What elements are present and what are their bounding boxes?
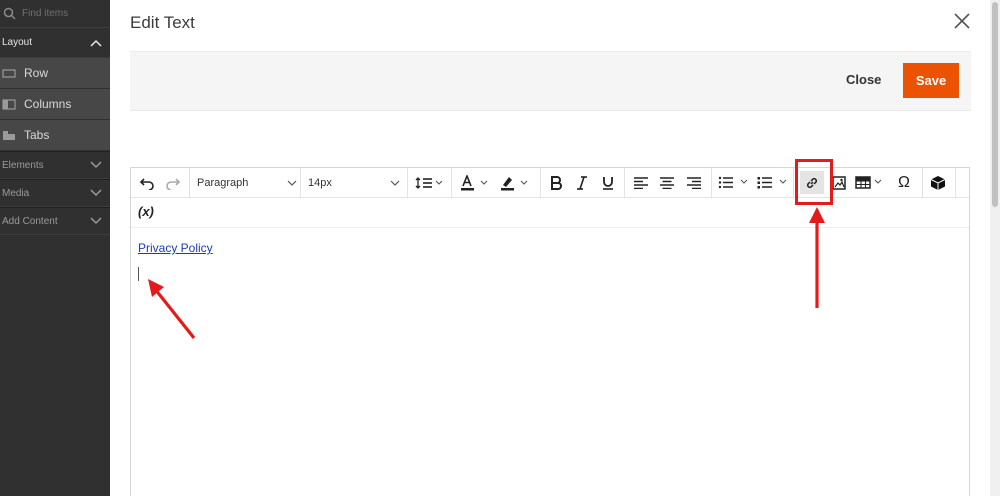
chevron-down-icon: [90, 161, 102, 169]
page-builder-sidebar: Find items Layout Row Columns Tabs Eleme…: [0, 0, 110, 496]
insert-table-button[interactable]: [854, 171, 888, 194]
sidebar-section-elements[interactable]: Elements: [0, 151, 110, 179]
close-icon[interactable]: [952, 11, 972, 31]
align-right-icon: [687, 176, 701, 189]
highlight-color-icon: [501, 176, 528, 190]
edit-text-modal: Edit Text Close Save Paragraph 14px Ω (x…: [110, 0, 990, 496]
line-height-button[interactable]: [414, 171, 446, 194]
text-color-button[interactable]: [458, 171, 494, 194]
special-character-icon: Ω: [898, 173, 910, 191]
toolbar-separator: [300, 168, 301, 197]
sidebar-section-label: Media: [2, 187, 30, 199]
text-color-icon: [461, 174, 488, 190]
toolbar-separator: [624, 168, 625, 197]
save-button[interactable]: Save: [903, 63, 959, 98]
align-left-icon: [634, 176, 648, 189]
chevron-down-icon: [90, 217, 102, 225]
sidebar-section-media[interactable]: Media: [0, 179, 110, 207]
highlight-color-button[interactable]: [498, 171, 534, 194]
toolbar-separator: [407, 168, 408, 197]
bullet-list-button[interactable]: [756, 171, 792, 194]
link-button-highlight: [795, 159, 833, 205]
toolbar-separator: [540, 168, 541, 197]
sidebar-section-add-content[interactable]: Add Content: [0, 207, 110, 235]
toolbar-separator: [793, 168, 794, 197]
editor-toolbar: Paragraph 14px Ω: [131, 168, 969, 198]
font-size-select[interactable]: 14px: [308, 171, 400, 194]
underline-button[interactable]: [598, 171, 618, 194]
sidebar-section-label: Elements: [2, 159, 44, 171]
numbered-list-icon: [718, 176, 748, 189]
bullet-list-icon: [757, 177, 787, 189]
italic-button[interactable]: [572, 171, 592, 194]
chevron-up-icon: [90, 39, 102, 47]
italic-icon: [577, 175, 587, 190]
align-left-button[interactable]: [631, 171, 651, 194]
undo-button[interactable]: [136, 171, 158, 194]
privacy-policy-link[interactable]: Privacy Policy: [138, 241, 213, 255]
align-center-icon: [660, 176, 674, 189]
modal-action-bar: Close Save: [130, 51, 971, 111]
undo-icon: [139, 177, 154, 190]
block-format-value: Paragraph: [197, 176, 249, 189]
close-button[interactable]: Close: [846, 72, 881, 87]
toolbar-separator: [955, 168, 956, 197]
sidebar-item-columns[interactable]: Columns: [0, 89, 110, 120]
table-icon: [855, 176, 882, 189]
variable-bar: (x): [131, 198, 969, 228]
bold-icon: [551, 175, 562, 190]
text-cursor: [138, 267, 139, 281]
toolbar-separator: [189, 168, 190, 197]
numbered-list-button[interactable]: [717, 171, 753, 194]
insert-variable-button[interactable]: (x): [138, 204, 154, 219]
wysiwyg-editor: Paragraph 14px Ω (x) Privacy Policy: [130, 167, 970, 496]
widget-icon: [930, 175, 946, 190]
sidebar-section-label: Layout: [2, 37, 33, 48]
columns-icon: [2, 98, 16, 110]
chevron-down-icon: [90, 189, 102, 197]
sidebar-item-label: Columns: [24, 97, 72, 111]
align-right-button[interactable]: [684, 171, 704, 194]
line-height-icon: [415, 176, 443, 189]
page-scrollbar[interactable]: [990, 0, 1000, 496]
align-center-button[interactable]: [657, 171, 677, 194]
scrollbar-thumb[interactable]: [992, 2, 998, 207]
underline-icon: [603, 176, 613, 190]
chevron-down-icon: [287, 180, 297, 186]
annotation-arrow-up: [809, 207, 825, 308]
insert-widget-button[interactable]: [927, 171, 949, 194]
sidebar-section-layout[interactable]: Layout: [0, 28, 110, 58]
block-format-select[interactable]: Paragraph: [197, 171, 297, 194]
image-icon: [832, 175, 846, 190]
row-icon: [2, 68, 16, 78]
sidebar-item-tabs[interactable]: Tabs: [0, 120, 110, 151]
redo-button[interactable]: [162, 171, 184, 194]
search-icon: [3, 7, 16, 20]
annotation-arrow-cursor: [148, 279, 196, 339]
search-input[interactable]: Find items: [22, 8, 68, 19]
modal-title: Edit Text: [130, 13, 195, 32]
toolbar-separator: [451, 168, 452, 197]
font-size-value: 14px: [308, 176, 332, 189]
sidebar-search[interactable]: Find items: [0, 0, 110, 28]
sidebar-item-row[interactable]: Row: [0, 58, 110, 89]
sidebar-item-label: Row: [24, 66, 49, 80]
tabs-icon: [3, 130, 15, 140]
sidebar-item-label: Tabs: [24, 128, 50, 142]
chevron-down-icon: [390, 180, 400, 186]
toolbar-separator: [922, 168, 923, 197]
sidebar-section-label: Add Content: [2, 215, 58, 227]
redo-icon: [166, 177, 181, 190]
editor-content-area[interactable]: Privacy Policy: [131, 228, 969, 496]
toolbar-separator: [711, 168, 712, 197]
bold-button[interactable]: [546, 171, 566, 194]
special-character-button[interactable]: Ω: [893, 171, 915, 194]
